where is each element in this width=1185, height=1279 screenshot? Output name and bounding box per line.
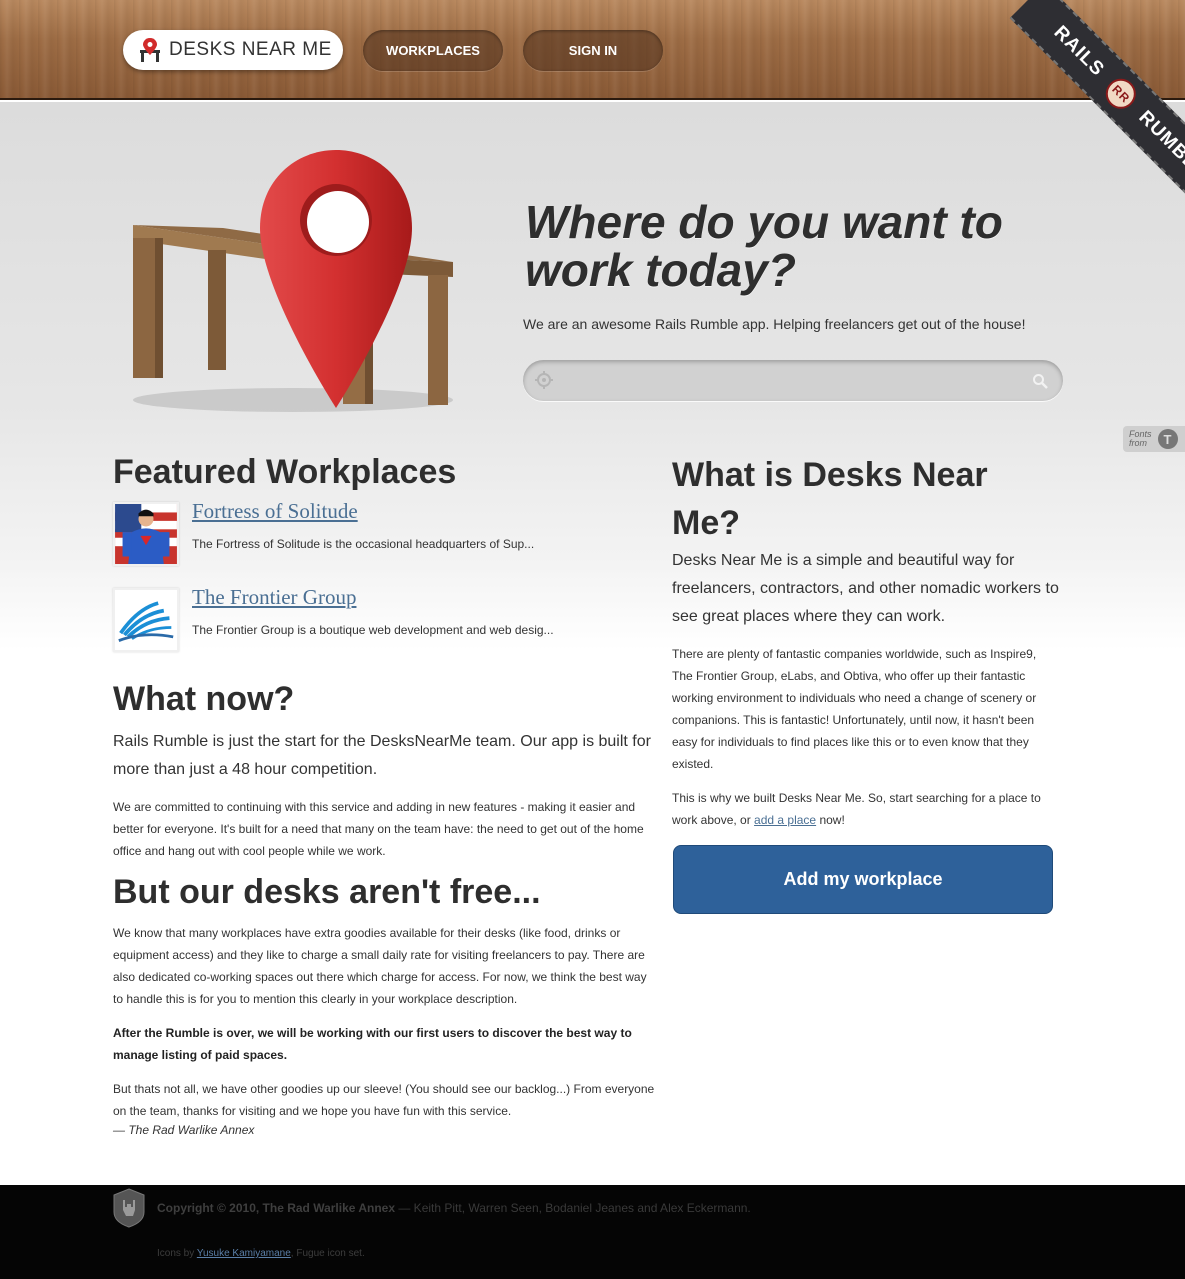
rock-hand-shield-icon xyxy=(113,1188,145,1228)
icon-author-link[interactable]: Yusuke Kamiyamane xyxy=(197,1248,291,1259)
ribbon-right-text: RUMBLE xyxy=(1134,106,1185,184)
featured-item: Fortress of Solitude The Fortress of Sol… xyxy=(113,499,573,568)
nav-signin-button[interactable]: SIGN IN xyxy=(523,30,663,71)
locate-crosshair-icon[interactable] xyxy=(535,371,553,389)
ribbon-left-text: RAILS xyxy=(1049,21,1109,81)
location-search-input[interactable] xyxy=(563,368,1023,393)
fonts-badge-label: Fonts from xyxy=(1129,429,1152,448)
featured-item-description: The Frontier Group is a boutique web dev… xyxy=(192,623,554,637)
not-free-bold-paragraph: After the Rumble is over, we will be wor… xyxy=(113,1026,632,1062)
hero-subtitle: We are an awesome Rails Rumble app. Help… xyxy=(523,316,1026,332)
what-is-lead: Desks Near Me is a simple and beautiful … xyxy=(672,552,1059,625)
fonts-provider-badge[interactable]: Fonts from T xyxy=(1123,426,1185,452)
site-footer: Copyright © 2010, The Rad Warlike Annex … xyxy=(0,1185,1185,1279)
featured-item-description: The Fortress of Solitude is the occasion… xyxy=(192,537,535,551)
frontier-group-logo-image[interactable] xyxy=(113,588,179,652)
rails-rumble-ribbon[interactable]: RAILS RR RUMBLE xyxy=(955,0,1185,230)
nav-workplaces-button[interactable]: WORKPLACES xyxy=(363,30,503,71)
footer-copyright: Copyright © 2010, The Rad Warlike Annex … xyxy=(157,1201,751,1215)
featured-item: The Frontier Group The Frontier Group is… xyxy=(113,585,573,654)
featured-item-name-link[interactable]: Fortress of Solitude xyxy=(192,499,358,524)
not-free-heading: But our desks aren't free... xyxy=(113,873,541,911)
logo-link[interactable]: DESKS NEAR ME xyxy=(123,30,343,70)
what-is-heading: What is Desks Near Me? xyxy=(672,456,988,542)
what-is-cta-paragraph: This is why we built Desks Near Me. So, … xyxy=(672,791,1041,827)
rails-rumble-icon: RR xyxy=(1099,72,1143,116)
footer-icon-credits: Icons by Yusuke Kamiyamane, Fugue icon s… xyxy=(157,1248,365,1259)
featured-workplaces-heading: Featured Workplaces xyxy=(113,453,457,491)
what-now-lead: Rails Rumble is just the start for the D… xyxy=(113,733,651,778)
not-free-paragraph: We know that many workplaces have extra … xyxy=(113,926,647,1006)
search-icon[interactable] xyxy=(1032,373,1048,389)
not-free-closing-paragraph: But thats not all, we have other goodies… xyxy=(113,1082,655,1118)
fonts-provider-icon: T xyxy=(1157,429,1178,449)
location-search-bar[interactable] xyxy=(523,360,1063,401)
logo-pin-desk-icon xyxy=(140,38,160,62)
what-is-paragraph: There are plenty of fantastic companies … xyxy=(672,647,1037,771)
logo-text: DESKS NEAR ME xyxy=(169,39,332,60)
what-now-heading: What now? xyxy=(113,680,295,718)
superman-thumbnail-image[interactable] xyxy=(113,502,179,566)
featured-item-name-link[interactable]: The Frontier Group xyxy=(192,585,356,610)
add-my-workplace-button[interactable]: Add my workplace xyxy=(673,845,1053,914)
desk-with-pin-illustration xyxy=(133,150,453,412)
what-now-paragraph: We are committed to continuing with this… xyxy=(113,800,644,858)
signature: — The Rad Warlike Annex xyxy=(113,1123,255,1137)
ribbon-band: RAILS RR RUMBLE xyxy=(1009,0,1185,224)
add-place-link[interactable]: add a place xyxy=(754,813,816,827)
